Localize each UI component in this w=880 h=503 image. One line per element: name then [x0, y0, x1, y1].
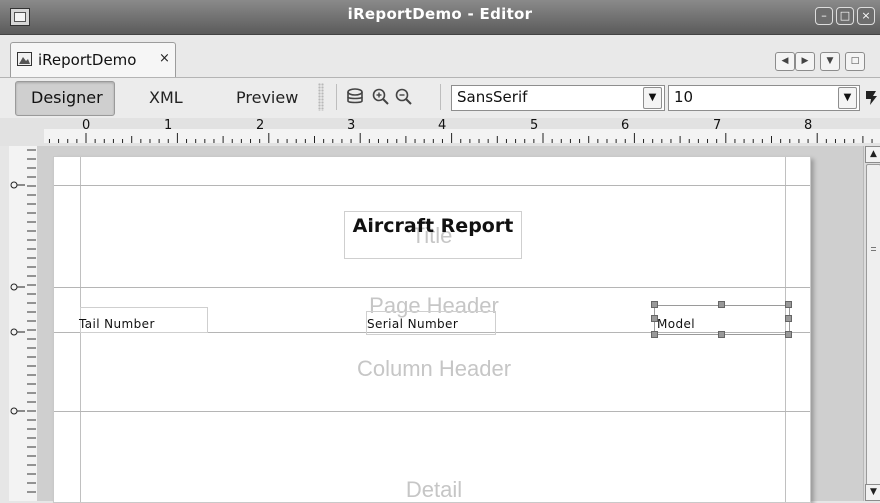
vertical-ruler: [9, 146, 38, 501]
resize-handle[interactable]: [651, 301, 658, 308]
scroll-tabs-left-icon[interactable]: ◀: [775, 52, 795, 71]
toolbar-grip[interactable]: [318, 83, 324, 111]
close-tab-icon[interactable]: ×: [159, 51, 170, 66]
ruler-label: 7: [713, 118, 722, 133]
document-tab[interactable]: iReportDemo ×: [10, 42, 176, 77]
zoom-in-icon[interactable]: [371, 87, 391, 107]
vertical-scrollbar[interactable]: ▲ ▼: [863, 146, 880, 501]
ruler-label: 4: [438, 118, 447, 133]
band-marker-icon[interactable]: [10, 181, 25, 189]
ruler-label: 6: [621, 118, 630, 133]
scroll-up-icon[interactable]: ▲: [865, 146, 880, 163]
scroll-tabs-right-icon[interactable]: ▶: [795, 52, 815, 71]
vertical-ruler-ticks: [10, 149, 36, 493]
tab-designer[interactable]: Designer: [15, 81, 115, 116]
band-separator-column-header[interactable]: [54, 411, 810, 412]
tab-preview[interactable]: Preview: [236, 88, 298, 107]
report-title: Aircraft Report: [352, 215, 514, 237]
close-window-button[interactable]: ×: [857, 7, 875, 25]
minimize-button[interactable]: –: [815, 7, 833, 25]
toolbar-separator: [440, 84, 441, 110]
font-family-value: SansSerif: [457, 88, 528, 106]
tail-number-label[interactable]: Tail Number: [79, 317, 155, 331]
restore-window-icon[interactable]: □: [845, 52, 865, 71]
ruler-label: 1: [164, 118, 173, 133]
band-marker-icon[interactable]: [10, 283, 25, 291]
resize-handle[interactable]: [785, 315, 792, 322]
maximize-button[interactable]: □: [836, 7, 854, 25]
band-label-column-header: Column Header: [356, 356, 512, 381]
window-titlebar[interactable]: iReportDemo - Editor – □ ×: [0, 0, 880, 35]
database-icon[interactable]: [346, 87, 366, 107]
ruler-label: 2: [256, 118, 265, 133]
tab-xml[interactable]: XML: [149, 88, 183, 107]
report-document-icon: [17, 52, 32, 66]
ruler-label: 0: [82, 118, 91, 133]
ruler-label: 8: [804, 118, 813, 133]
title-static-text[interactable]: Aircraft Report: [344, 211, 522, 259]
toolbar-separator: [336, 84, 337, 110]
document-tab-label: iReportDemo: [38, 51, 137, 69]
resize-handle[interactable]: [718, 301, 725, 308]
band-label-detail: Detail: [405, 477, 463, 502]
pin-icon[interactable]: [862, 89, 880, 107]
horizontal-ruler: 0 1 2 3 4 5 6 7 8: [0, 118, 880, 146]
band-marker-icon[interactable]: [10, 328, 25, 336]
resize-handle[interactable]: [718, 331, 725, 338]
ruler-label: 5: [530, 118, 539, 133]
chevron-down-icon[interactable]: ▼: [838, 87, 857, 109]
resize-handle[interactable]: [785, 331, 792, 338]
editor-toolbar: Designer XML Preview SansSerif ▼ 10 ▼: [0, 78, 880, 118]
band-separator-top-margin[interactable]: [54, 185, 810, 186]
band-marker-icon[interactable]: [10, 407, 25, 415]
scroll-down-icon[interactable]: ▼: [865, 484, 880, 501]
model-label[interactable]: Model: [657, 317, 695, 331]
editor-tab-strip: iReportDemo × ◀ ▶ ▼ □: [0, 35, 880, 78]
resize-handle[interactable]: [651, 315, 658, 322]
font-size-value: 10: [674, 88, 694, 106]
tab-designer-label: Designer: [31, 88, 103, 107]
resize-handle[interactable]: [651, 331, 658, 338]
font-size-select[interactable]: 10 ▼: [668, 85, 860, 111]
zoom-out-icon[interactable]: [394, 87, 414, 107]
resize-handle[interactable]: [785, 301, 792, 308]
tab-list-dropdown-icon[interactable]: ▼: [820, 52, 840, 71]
serial-number-label[interactable]: Serial Number: [367, 317, 458, 331]
chevron-down-icon[interactable]: ▼: [643, 87, 662, 109]
window-title: iReportDemo - Editor: [347, 5, 533, 23]
scrollbar-thumb[interactable]: [866, 164, 880, 486]
ruler-label: 3: [347, 118, 356, 133]
report-page[interactable]: Title Aircraft Report Page Header Tail N…: [53, 156, 811, 503]
band-separator-title[interactable]: [54, 287, 810, 288]
font-family-select[interactable]: SansSerif ▼: [451, 85, 665, 111]
